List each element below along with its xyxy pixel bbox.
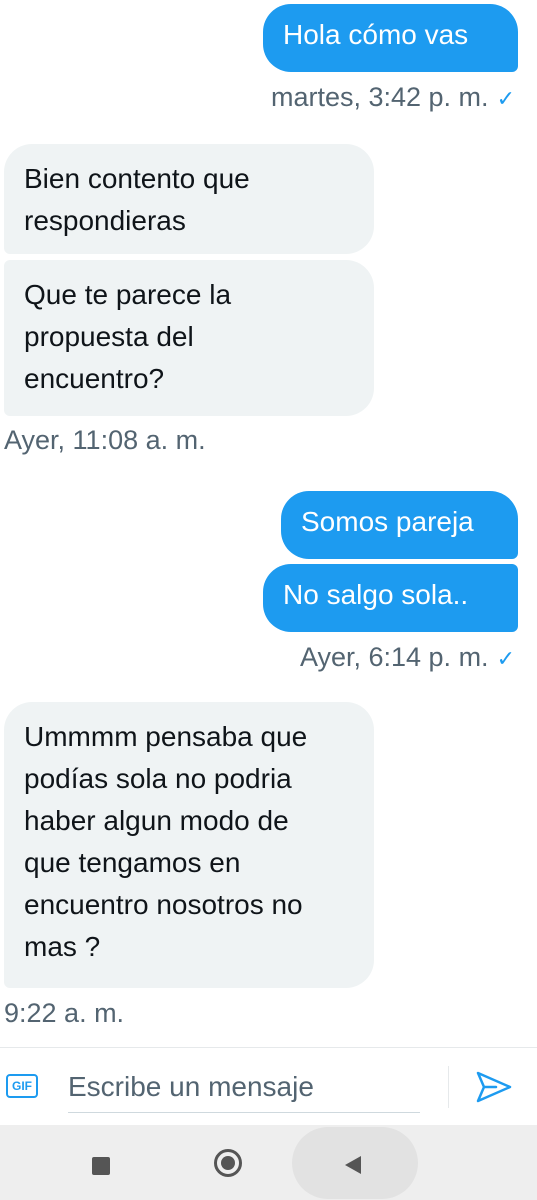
message-timestamp: Ayer, 11:08 a. m. [4, 425, 206, 456]
message-input[interactable] [68, 1062, 420, 1113]
message-composer: GIF [0, 1047, 537, 1126]
message-timestamp: Ayer, 6:14 p. m. ✓ [300, 642, 515, 673]
back-arrow-icon [345, 1156, 361, 1174]
message-timestamp: martes, 3:42 p. m. ✓ [271, 82, 515, 113]
system-navigation-bar [0, 1125, 537, 1200]
home-icon[interactable] [214, 1149, 242, 1177]
read-check-icon: ✓ [496, 646, 515, 671]
timestamp-text: 9:22 a. m. [4, 998, 125, 1028]
timestamp-text: martes, 3:42 p. m. [270, 82, 489, 112]
gif-button[interactable]: GIF [6, 1074, 38, 1098]
message-bubble-sent[interactable]: Hola cómo vas [263, 4, 518, 72]
send-button[interactable] [474, 1070, 514, 1104]
send-icon [476, 1071, 512, 1103]
message-timestamp: 9:22 a. m. [4, 998, 124, 1029]
composer-divider [448, 1066, 449, 1108]
message-bubble-sent[interactable]: No salgo sola.. [263, 564, 518, 632]
gif-icon: GIF [12, 1079, 32, 1093]
message-bubble-received[interactable]: Que te parece la propuesta del encuentro… [4, 260, 374, 416]
message-bubble-sent[interactable]: Somos pareja [281, 491, 518, 559]
message-bubble-received[interactable]: Ummmm pensaba que podías sola no podria … [4, 702, 374, 988]
timestamp-text: Ayer, 6:14 p. m. [299, 642, 489, 672]
timestamp-text: Ayer, 11:08 a. m. [4, 425, 206, 455]
recent-apps-icon[interactable] [92, 1157, 110, 1175]
message-bubble-received[interactable]: Bien contento que respondieras [4, 144, 374, 254]
read-check-icon: ✓ [496, 86, 515, 111]
